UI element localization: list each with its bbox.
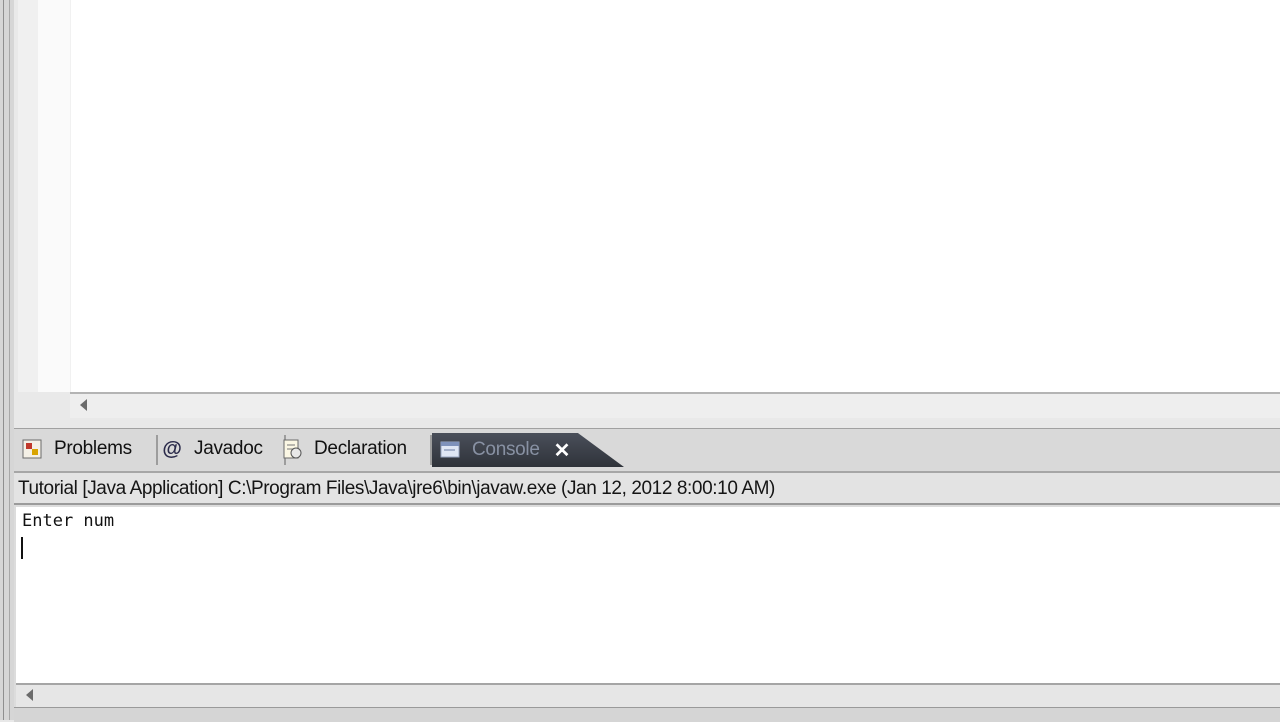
tab-javadoc-label: Javadoc (194, 438, 263, 459)
declaration-icon (280, 437, 304, 461)
tab-problems-label: Problems (54, 438, 132, 459)
problems-icon (20, 437, 44, 461)
tab-problems[interactable]: Problems (20, 433, 158, 465)
scroll-left-arrow-icon[interactable] (26, 689, 33, 701)
code-editor (14, 0, 1280, 420)
editor-text-area[interactable] (70, 0, 1280, 392)
text-caret (21, 537, 23, 559)
editor-horizontal-scrollbar[interactable] (70, 392, 1280, 418)
console-horizontal-scrollbar[interactable] (16, 683, 1280, 707)
tab-declaration[interactable]: Declaration (280, 433, 432, 465)
view-tab-bar: Problems @ Javadoc Declaration Console ✕ (14, 429, 1280, 473)
console-view: Problems @ Javadoc Declaration Console ✕… (14, 428, 1280, 722)
tab-javadoc[interactable]: @ Javadoc (160, 433, 286, 465)
console-launch-title: Tutorial [Java Application] C:\Program F… (14, 473, 1280, 505)
console-output[interactable]: Enter num (16, 507, 1280, 683)
window-left-border (0, 0, 14, 720)
editor-overview-ruler (18, 0, 39, 392)
tab-console-label: Console (472, 439, 540, 460)
tab-console[interactable]: Console ✕ (432, 433, 624, 467)
tab-declaration-label: Declaration (314, 438, 407, 459)
editor-line-gutter (38, 0, 70, 392)
close-icon[interactable]: ✕ (554, 438, 571, 463)
console-output-line: Enter num (22, 511, 115, 531)
scroll-left-arrow-icon[interactable] (80, 399, 87, 411)
at-icon: @ (162, 437, 182, 460)
console-icon (438, 438, 462, 462)
